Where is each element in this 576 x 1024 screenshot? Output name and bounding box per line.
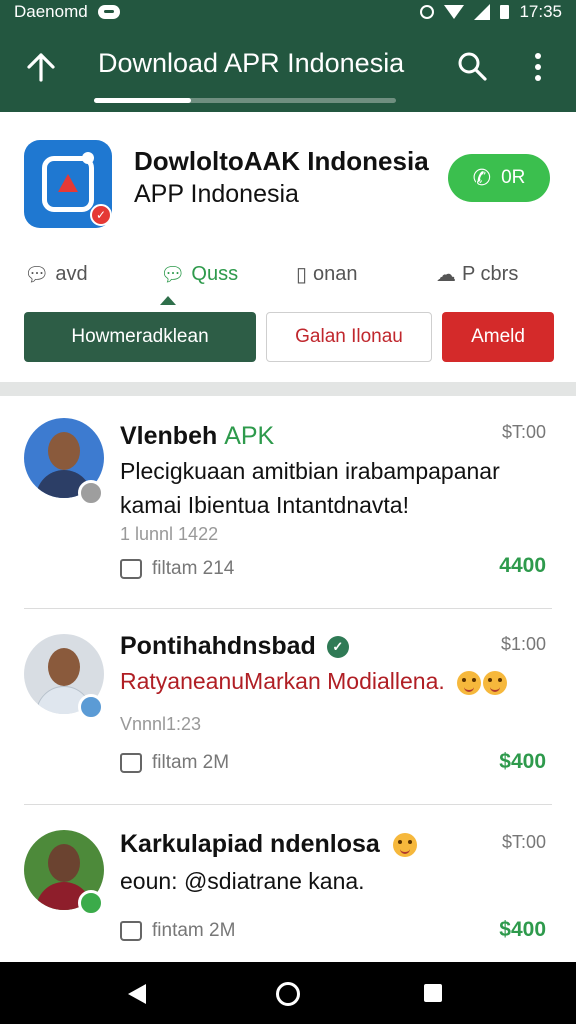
- app-info-card: ✓ DowloltoAAK Indonesia APP Indonesia ✆ …: [0, 112, 576, 382]
- avatar-head: [48, 648, 80, 686]
- section-divider: [0, 382, 576, 396]
- like-count: filtam 2M: [152, 752, 230, 773]
- avatar-head: [48, 844, 80, 882]
- post-price: 4400: [499, 554, 546, 577]
- smiley-emoji-icon: [457, 670, 482, 695]
- battery-icon: [500, 5, 510, 19]
- message-notification-icon: [97, 5, 120, 19]
- warning-triangle-icon: [58, 174, 78, 192]
- post-author-name: Vlenbeh: [120, 422, 218, 450]
- home-icon[interactable]: [276, 982, 300, 1006]
- wifi-icon: [444, 5, 465, 19]
- home-up-arrow-icon[interactable]: [24, 50, 58, 84]
- recent-apps-icon[interactable]: [424, 984, 442, 1002]
- tab-label: P cbrs: [462, 262, 519, 285]
- post-author[interactable]: Pontihahdnsbad ✓: [120, 632, 349, 661]
- post-author-tag: APK: [224, 422, 275, 450]
- post-time: $T:00: [501, 422, 546, 442]
- back-icon[interactable]: [128, 984, 146, 1004]
- post-text-line-1: RatyaneanuMarkan Modiallena.: [120, 668, 508, 695]
- status-badge: [78, 480, 104, 506]
- post-author[interactable]: Karkulapiad ndenlosa: [120, 830, 417, 859]
- tab-onan[interactable]: ▯ onan: [296, 252, 358, 296]
- status-app-name: Daenomd: [14, 2, 88, 21]
- tab-label: Quss: [191, 262, 239, 285]
- tab-indicator: [160, 296, 176, 305]
- tab-quss[interactable]: 💬︎ Quss: [160, 252, 238, 296]
- cloud-icon: ☁︎: [436, 263, 456, 286]
- thumbs-up-icon: [120, 921, 142, 941]
- post-author-name: Pontihahdnsbad: [120, 632, 316, 660]
- chat-bubble-icon: 💬︎: [160, 263, 186, 286]
- danger-action-button[interactable]: Ameld: [442, 312, 554, 362]
- post-feed: Vlenbeh APK $T:00 Plecigkuaan amitbian i…: [0, 396, 576, 962]
- thumbs-up-icon: [120, 559, 142, 579]
- tab-label: avd: [55, 262, 88, 285]
- app-logo-icon[interactable]: ✓: [24, 140, 112, 228]
- post-text: RatyaneanuMarkan Modiallena.: [120, 668, 445, 694]
- post-meta: Vnnnl1:23: [120, 714, 202, 734]
- tab-bar: 💬︎ avd 💬︎ Quss ▯ onan ☁︎ P cbrs: [0, 252, 576, 296]
- like-action[interactable]: filtam 214: [120, 558, 234, 580]
- secondary-action-button[interactable]: Galan Ilonau: [266, 312, 432, 362]
- like-action[interactable]: fintam 2M: [120, 920, 235, 942]
- verified-badge-icon: ✓: [326, 636, 349, 659]
- online-status-icon: [78, 890, 104, 916]
- post-author-name: Karkulapiad ndenlosa: [120, 830, 380, 858]
- screen: Daenomd 17:35 Download APR Indonesia ✓ D…: [0, 0, 576, 1024]
- camera-dot-icon: [82, 152, 94, 164]
- like-count: fintam 2M: [152, 920, 236, 941]
- tab-avd[interactable]: 💬︎ avd: [24, 252, 88, 296]
- post-time: $1:00: [500, 634, 546, 654]
- post-text-line-1: Plecigkuaan amitbian irabampapanar: [120, 458, 500, 484]
- app-name: DowloltoAAK Indonesia: [134, 146, 429, 176]
- post-price: $400: [499, 750, 546, 773]
- status-right: 17:35: [420, 2, 562, 22]
- like-action[interactable]: filtam 2M: [120, 752, 229, 774]
- more-vert-icon[interactable]: [528, 50, 548, 84]
- phone-icon: ✆: [472, 165, 492, 190]
- system-nav-bar: [0, 962, 576, 1024]
- post-author[interactable]: Vlenbeh APK: [120, 422, 274, 451]
- post-text-line-2: kamai Ibientua Intantdnavta!: [120, 492, 409, 518]
- tab-p-cbrs[interactable]: ☁︎ P cbrs: [436, 252, 518, 296]
- post-separator: [24, 804, 552, 805]
- chat-bubble-icon: 💬︎: [24, 263, 50, 286]
- verified-check-icon: ✓: [90, 204, 112, 226]
- smiley-emoji-icon: [483, 670, 508, 695]
- tab-label: onan: [313, 262, 358, 285]
- smiley-emoji-icon: [392, 833, 417, 858]
- status-bar: Daenomd 17:35: [0, 0, 576, 24]
- post-text-line-1: eoun: @sdiatrane kana.: [120, 868, 365, 894]
- post-price: $400: [499, 918, 546, 941]
- post-time: $T:00: [501, 832, 546, 852]
- app-subtitle: APP Indonesia: [134, 180, 299, 208]
- action-buttons: Howmeradklean Galan Ilonau Ameld: [0, 312, 576, 362]
- call-button-label: 0R: [501, 167, 526, 188]
- signal-icon: [474, 4, 491, 20]
- status-left: Daenomd: [14, 2, 420, 22]
- post-separator: [24, 608, 552, 609]
- primary-action-button[interactable]: Howmeradklean: [24, 312, 256, 362]
- like-count: filtam 214: [152, 558, 235, 579]
- app-bar: Download APR Indonesia: [0, 24, 576, 112]
- loading-progress-fill: [94, 98, 191, 103]
- avatar-head: [48, 432, 80, 470]
- thumbs-up-icon: [120, 753, 142, 773]
- loading-progress-bar: [94, 98, 396, 103]
- alarm-icon: [420, 5, 435, 19]
- status-badge: [78, 694, 104, 720]
- post-meta: 1 lunnl 1422: [120, 524, 219, 544]
- call-button[interactable]: ✆ 0R: [448, 154, 550, 202]
- app-bar-title: Download APR Indonesia: [98, 48, 405, 78]
- book-icon: ▯: [296, 263, 308, 286]
- status-time: 17:35: [519, 2, 562, 21]
- search-icon[interactable]: [456, 50, 488, 82]
